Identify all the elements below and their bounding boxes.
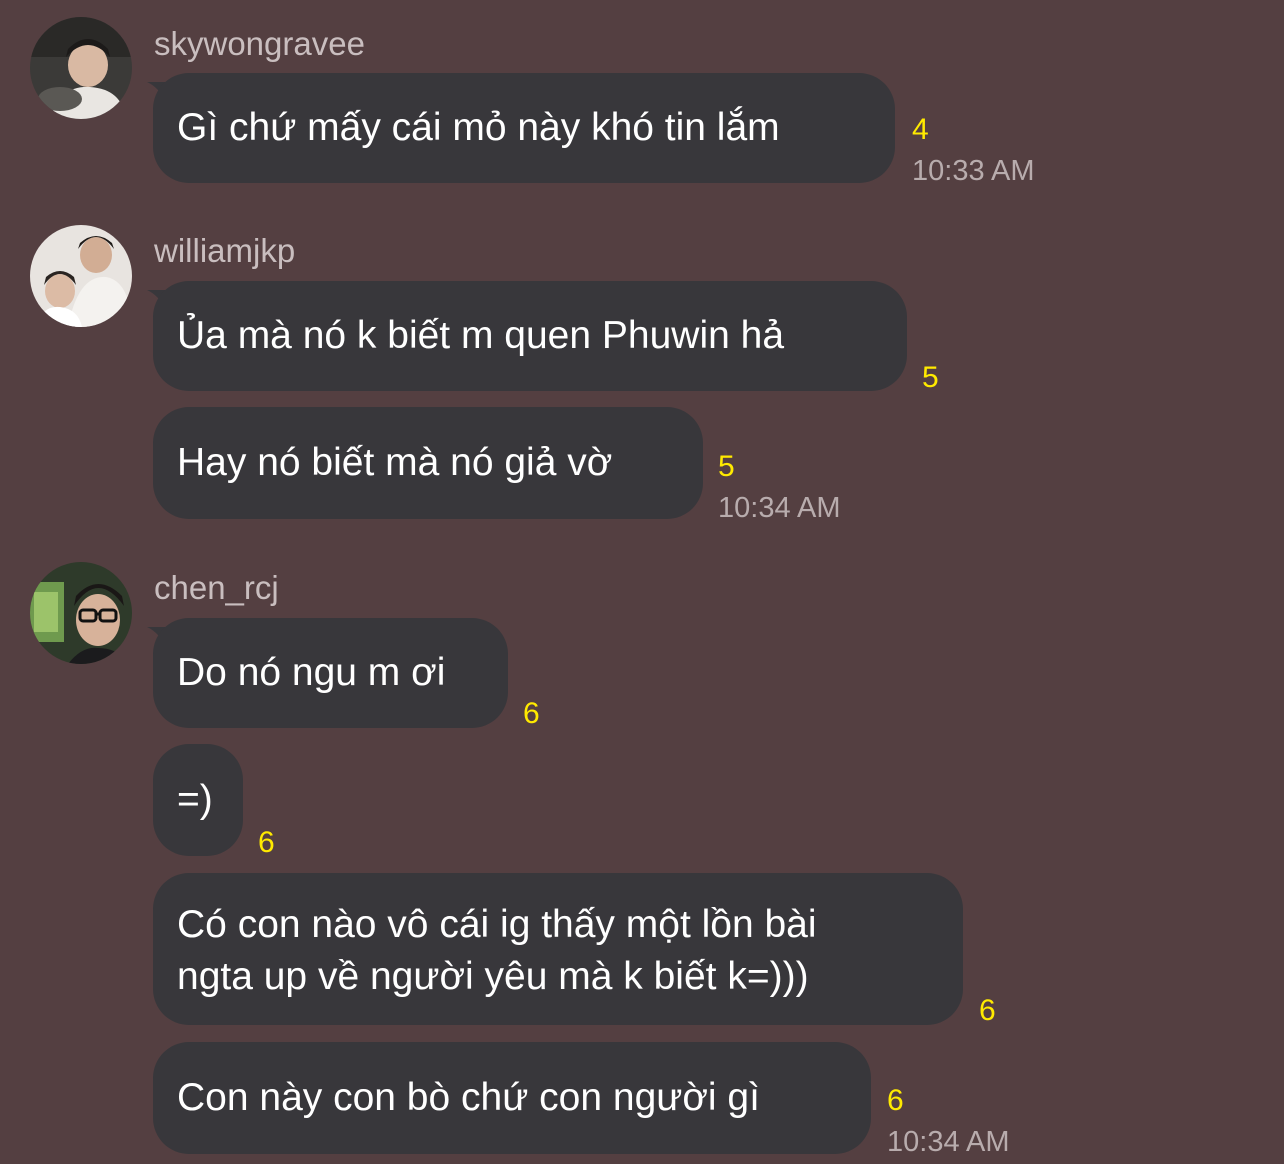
message-text-line: ngta up về người yêu mà k biết k=))) [177,955,809,998]
user-avatar-photo-icon [30,17,132,119]
avatar-skywongravee[interactable] [30,17,132,119]
message-text: Gì chứ mấy cái mỏ này khó tin lắm [177,106,780,149]
user-avatar-photo-icon [30,225,132,327]
message-bubble[interactable]: Ủa mà nó k biết m quen Phuwin hả [153,281,907,391]
avatar-chen-rcj[interactable] [30,562,132,664]
message-bubble[interactable]: Do nó ngu m ơi [153,618,508,728]
message-text: Do nó ngu m ơi [177,651,446,694]
message-bubble[interactable]: Con này con bò chứ con người gì [153,1042,871,1154]
message-count-badge: 4 [912,113,929,146]
user-avatar-photo-icon [30,562,132,664]
message-text: Con này con bò chứ con người gì [177,1076,760,1119]
message-count-badge: 5 [922,361,939,394]
message-count-badge: 5 [718,450,735,483]
message-bubble[interactable]: Có con nào vô cái ig thấy một lồn bài ng… [153,873,963,1025]
username-chen-rcj[interactable]: chen_rcj [154,568,279,608]
message-timestamp: 10:34 AM [887,1126,1010,1158]
message-text-line: Có con nào vô cái ig thấy một lồn bài [177,903,817,946]
message-text: Ủa mà nó k biết m quen Phuwin hả [177,314,785,357]
message-bubble[interactable]: Gì chứ mấy cái mỏ này khó tin lắm [153,73,895,183]
username-williamjkp[interactable]: williamjkp [154,231,295,271]
message-text: Hay nó biết mà nó giả vờ [177,441,613,484]
message-count-badge: 6 [258,826,275,859]
message-count-badge: 6 [523,697,540,730]
message-count-badge: 6 [887,1084,904,1117]
avatar-williamjkp[interactable] [30,225,132,327]
message-text: =) [177,778,213,821]
message-bubble[interactable]: Hay nó biết mà nó giả vờ [153,407,703,519]
username-skywongravee[interactable]: skywongravee [154,24,365,64]
message-bubble[interactable]: =) [153,744,243,856]
message-timestamp: 10:33 AM [912,155,1035,187]
message-timestamp: 10:34 AM [718,492,841,524]
message-count-badge: 6 [979,994,996,1027]
